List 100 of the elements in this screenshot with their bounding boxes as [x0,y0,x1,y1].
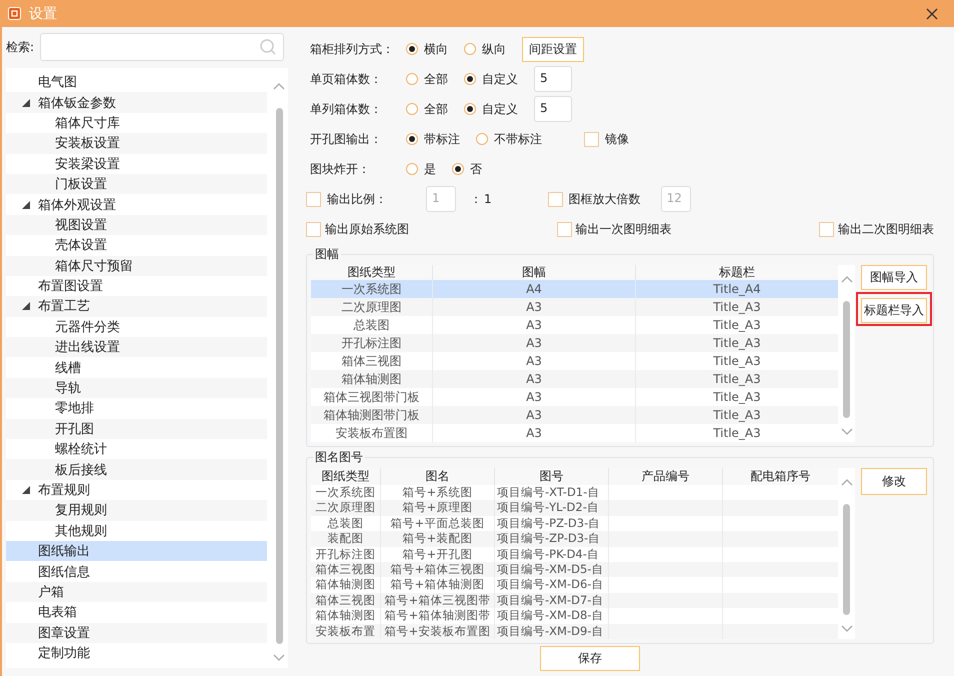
column-header[interactable]: 配电箱序号 [722,468,838,485]
tree-item[interactable]: 图章设置 [6,622,268,643]
tree-item[interactable]: 板后接线 [6,459,268,480]
tree-item[interactable]: 箱体尺寸预留 [6,256,268,276]
table-cell: A3 [432,298,635,316]
field-text: 1 [484,192,492,206]
radio-option[interactable]: 横向 [406,40,448,58]
tree-item[interactable]: 电表箱 [6,602,268,623]
tree-item[interactable]: 零地排 [6,398,268,419]
checkbox-option[interactable]: 输出原始系统图 [306,220,409,238]
tree-item[interactable]: 图纸输出 [6,540,268,562]
tree-item[interactable]: 箱体外观设置 [6,194,268,215]
expanded-triangle-icon [22,486,30,494]
tree-item[interactable]: 复用规则 [6,500,268,521]
table-cell: Title_A3 [635,424,838,442]
import-button[interactable]: 标题栏导入 [861,298,927,323]
checkbox-option[interactable]: 镜像 [584,130,629,148]
close-icon [926,8,938,20]
table-cell: 项目编号-XM-D9-自 [494,624,608,639]
table-cell: Title_A3 [635,406,838,424]
search-field[interactable] [40,33,284,61]
spacing-button[interactable]: 间距设置 [522,36,584,62]
radio-option[interactable]: 否 [452,160,482,178]
tree-item[interactable]: 其他规则 [6,520,268,541]
radio-option[interactable]: 全部 [406,70,448,88]
table-cell-text: 箱体轴测图 [314,608,376,624]
tree-item[interactable]: 布置图设置 [6,276,268,296]
group-title: 图幅 [313,246,341,263]
table-cell: 箱号+装配图 [380,531,494,547]
tree-item[interactable]: 布置工艺 [6,296,268,317]
column-header[interactable]: 图纸类型 [311,265,432,280]
radio-option[interactable]: 自定义 [464,100,518,118]
checkbox-option[interactable]: 图框放大倍数 [548,190,641,208]
table-cell: 项目编号-XM-D5-自 [494,562,608,578]
checkbox-option[interactable]: 输出二次图明细表 [819,220,934,238]
column-header[interactable]: 产品编号 [608,468,722,485]
tree-item[interactable]: 户箱 [6,582,268,602]
table-cell: A3 [432,334,635,352]
tree-item[interactable]: 图纸信息 [6,561,268,582]
table-cell-text: 箱体三视图 [314,562,376,578]
column-header[interactable]: 图名 [380,468,494,485]
table-cell-text: 二次原理图 [314,500,376,516]
table-cell-text: 二次原理图 [340,299,402,316]
checkbox-option[interactable]: 输出比例： [306,190,406,208]
tree-item[interactable]: 开孔图 [6,418,268,440]
table-cell: Title_A3 [635,334,838,352]
expanded-triangle-icon [22,98,30,107]
scroll-down-icon [840,624,852,633]
tree-item[interactable]: 导轨 [6,378,268,398]
tree-item[interactable]: 视图设置 [6,214,268,236]
table-cell: A3 [432,424,635,442]
radio-option[interactable]: 不带标注 [476,130,542,148]
radio-option[interactable]: 自定义 [464,70,518,88]
radio-option[interactable]: 全部 [406,100,448,118]
column-header[interactable]: 图纸类型 [311,468,380,485]
scroll-up-icon [273,82,286,90]
field-text: ： [470,190,482,208]
tree-item[interactable]: 电气图 [6,72,268,92]
table-cell: 箱号+安装板布置图 [380,624,494,639]
table-cell: Title_A3 [635,370,838,388]
field-label: 箱柜排列方式： [309,40,395,58]
radio-option[interactable]: 是 [406,160,436,178]
table-cell-text: 箱体三视图 [314,592,376,608]
field-label: 开孔图输出： [309,130,383,148]
table-cell-text: 总装图 [326,516,364,532]
tree-item[interactable]: 定制功能 [6,642,268,664]
field-label: 单列箱体数： [309,100,383,118]
save-button[interactable]: 保存 [540,646,640,671]
tree-item[interactable]: 线槽 [6,357,268,378]
tree-item[interactable]: 布置规则 [6,480,268,500]
number-field[interactable]: 5 [534,96,572,122]
tree-item[interactable]: 壳体设置 [6,235,268,256]
radio-option[interactable]: 带标注 [406,130,460,148]
table-cell-text: 开孔标注图 [314,546,376,562]
tree-item[interactable]: 箱体钣金参数 [6,92,268,113]
table-cell-text: 安装板布置图 [334,425,408,442]
close-button[interactable] [924,6,940,22]
tree-item[interactable]: 安装板设置 [6,133,268,154]
search-label: 检索: [6,38,36,56]
table-cell-text: 装配图 [326,531,364,547]
tree-item[interactable]: 元器件分类 [6,316,268,338]
table-cell-text: 箱体三视图带门板 [322,389,420,406]
app-icon [8,7,21,20]
scroll-up-icon [840,275,852,283]
tree-item[interactable]: 安装梁设置 [6,154,268,174]
import-button[interactable]: 图幅导入 [861,265,927,290]
table-cell-text: 箱体三视图 [340,353,402,370]
tree-item[interactable]: 箱体尺寸库 [6,112,268,134]
checkbox-option[interactable]: 输出一次图明细表 [556,220,672,238]
tree-item[interactable]: 螺栓统计 [6,439,268,460]
scroll-down-icon [273,654,286,662]
column-header[interactable]: 图号 [494,468,608,485]
tree-item[interactable]: 门板设置 [6,174,268,194]
radio-option[interactable]: 纵向 [464,40,506,58]
tree-item[interactable]: 进出线设置 [6,337,268,358]
number-field[interactable]: 5 [534,66,572,92]
scroll-down-icon [840,428,852,436]
table-cell: A3 [432,370,635,388]
field-label: 图块炸开： [309,160,371,178]
edit-button[interactable]: 修改 [861,468,927,495]
